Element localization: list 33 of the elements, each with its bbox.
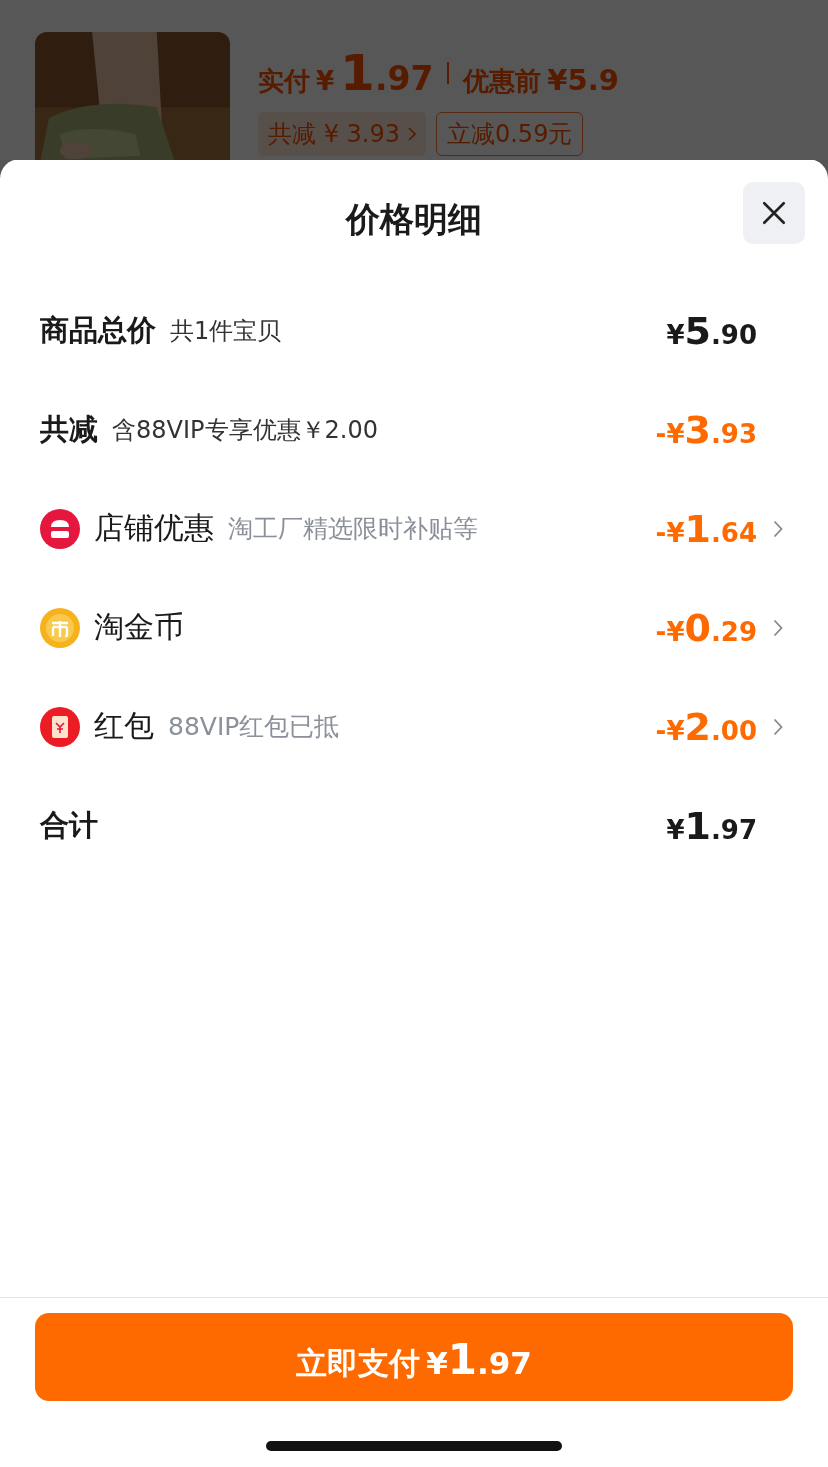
row-label: 商品总价 (40, 311, 156, 349)
sheet-title: 价格明细 (346, 198, 482, 241)
row-note: 含88VIP专享优惠￥2.00 (112, 414, 378, 446)
close-button[interactable] (743, 182, 805, 244)
original-price-label: 优惠前 (463, 65, 542, 98)
chevron-icon[interactable] (773, 519, 783, 538)
row-label: 合计 (40, 806, 98, 844)
row-label: 共减 (40, 410, 98, 448)
row-note: 88VIP红包已抵 (168, 711, 340, 743)
paid-label: 实付 (258, 65, 310, 98)
row-amount: ¥5.90 (666, 308, 757, 353)
row-label: 店铺优惠 (94, 509, 214, 547)
shop-icon (40, 508, 80, 549)
original-price: ¥5.9 (547, 63, 619, 97)
chevron-icon (407, 127, 416, 141)
chevron-icon[interactable] (773, 717, 783, 736)
row-label: 淘金币 (94, 608, 184, 646)
row-amount: -¥3.93 (655, 407, 757, 452)
close-icon (761, 200, 787, 226)
chevron-icon[interactable] (773, 618, 783, 637)
row-note: 淘工厂精选限时补贴等 (228, 513, 478, 545)
coin-icon (40, 607, 80, 648)
row-amount: -¥2.00 (655, 704, 757, 749)
paid-price: ¥1.97 (316, 44, 434, 102)
discount-tag[interactable]: 共减 ¥ 3.93 (258, 112, 426, 156)
row-amount: -¥1.64 (655, 506, 757, 551)
envelope-icon (40, 706, 80, 747)
row-amount: -¥0.29 (655, 605, 757, 650)
row-amount: ¥1.97 (666, 803, 757, 848)
pay-now-button[interactable]: 立即支付 ¥1.97 (35, 1313, 793, 1401)
discount-tag[interactable]: 立减0.59元 (435, 112, 584, 156)
row-note: 共1件宝贝 (170, 315, 282, 347)
row-label: 红包 (94, 707, 154, 745)
